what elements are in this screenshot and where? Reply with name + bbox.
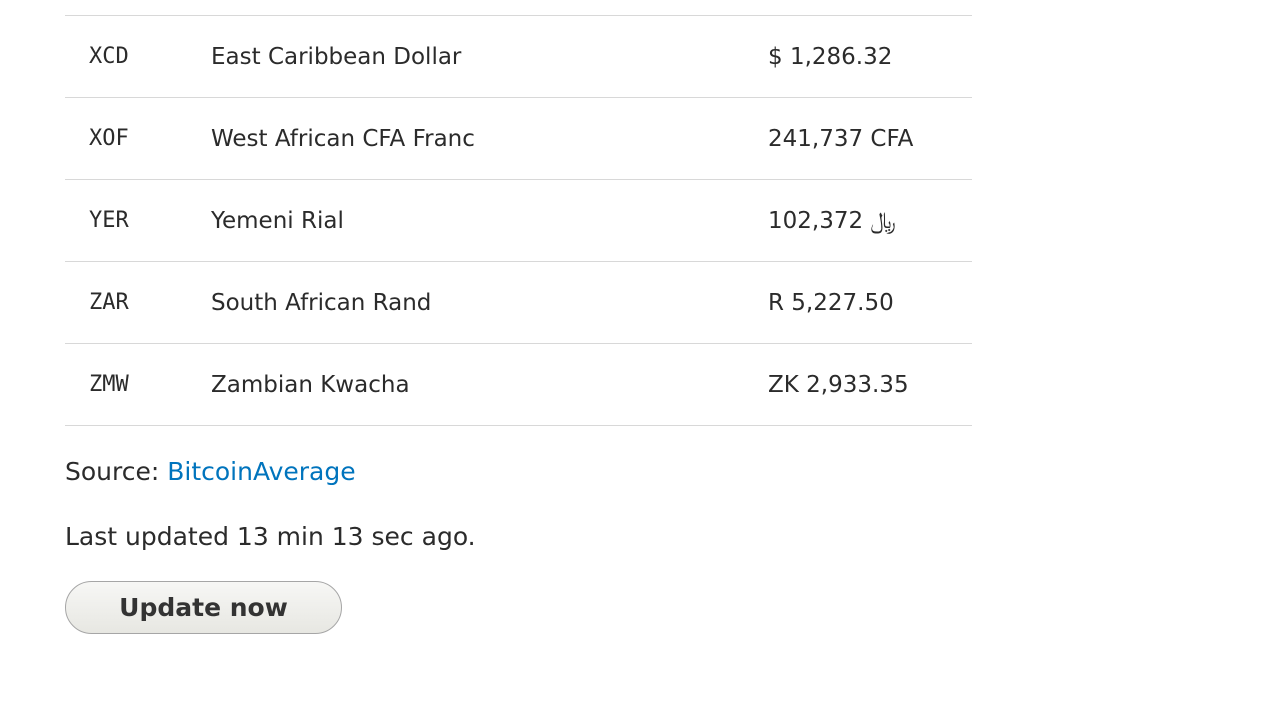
table-row: ZAR South African Rand R 5,227.50 (65, 262, 972, 344)
currency-name: Yemeni Rial (211, 207, 344, 234)
currency-name: West African CFA Franc (211, 125, 475, 152)
currency-value: 241,737 CFA (768, 125, 914, 152)
source-link[interactable]: BitcoinAverage (167, 457, 355, 486)
source-label: Source: (65, 457, 168, 486)
currency-code: ZMW (89, 372, 129, 397)
currency-code: XOF (89, 126, 129, 151)
table-row: XOF West African CFA Franc 241,737 CFA (65, 98, 972, 180)
currency-name: East Caribbean Dollar (211, 43, 462, 70)
update-now-button[interactable]: Update now (65, 581, 342, 634)
currency-value: 102,372 ﷼ (768, 207, 896, 234)
last-updated-text: Last updated 13 min 13 sec ago. (65, 522, 476, 551)
currency-name: Zambian Kwacha (211, 371, 410, 398)
table-row: XCD East Caribbean Dollar $ 1,286.32 (65, 16, 972, 98)
currency-value: ZK 2,933.35 (768, 371, 909, 398)
currency-code: YER (89, 208, 129, 233)
table-row: YER Yemeni Rial 102,372 ﷼ (65, 180, 972, 262)
currency-name: South African Rand (211, 289, 432, 316)
currency-code: ZAR (89, 290, 129, 315)
currency-rates-section: XCD East Caribbean Dollar $ 1,286.32 XOF… (65, 0, 972, 634)
table-row: ZMW Zambian Kwacha ZK 2,933.35 (65, 344, 972, 426)
currency-code: XCD (89, 44, 129, 69)
source-line: Source: BitcoinAverage (65, 457, 972, 486)
currency-value: R 5,227.50 (768, 289, 894, 316)
currency-table: XCD East Caribbean Dollar $ 1,286.32 XOF… (65, 15, 972, 426)
currency-value: $ 1,286.32 (768, 43, 893, 70)
